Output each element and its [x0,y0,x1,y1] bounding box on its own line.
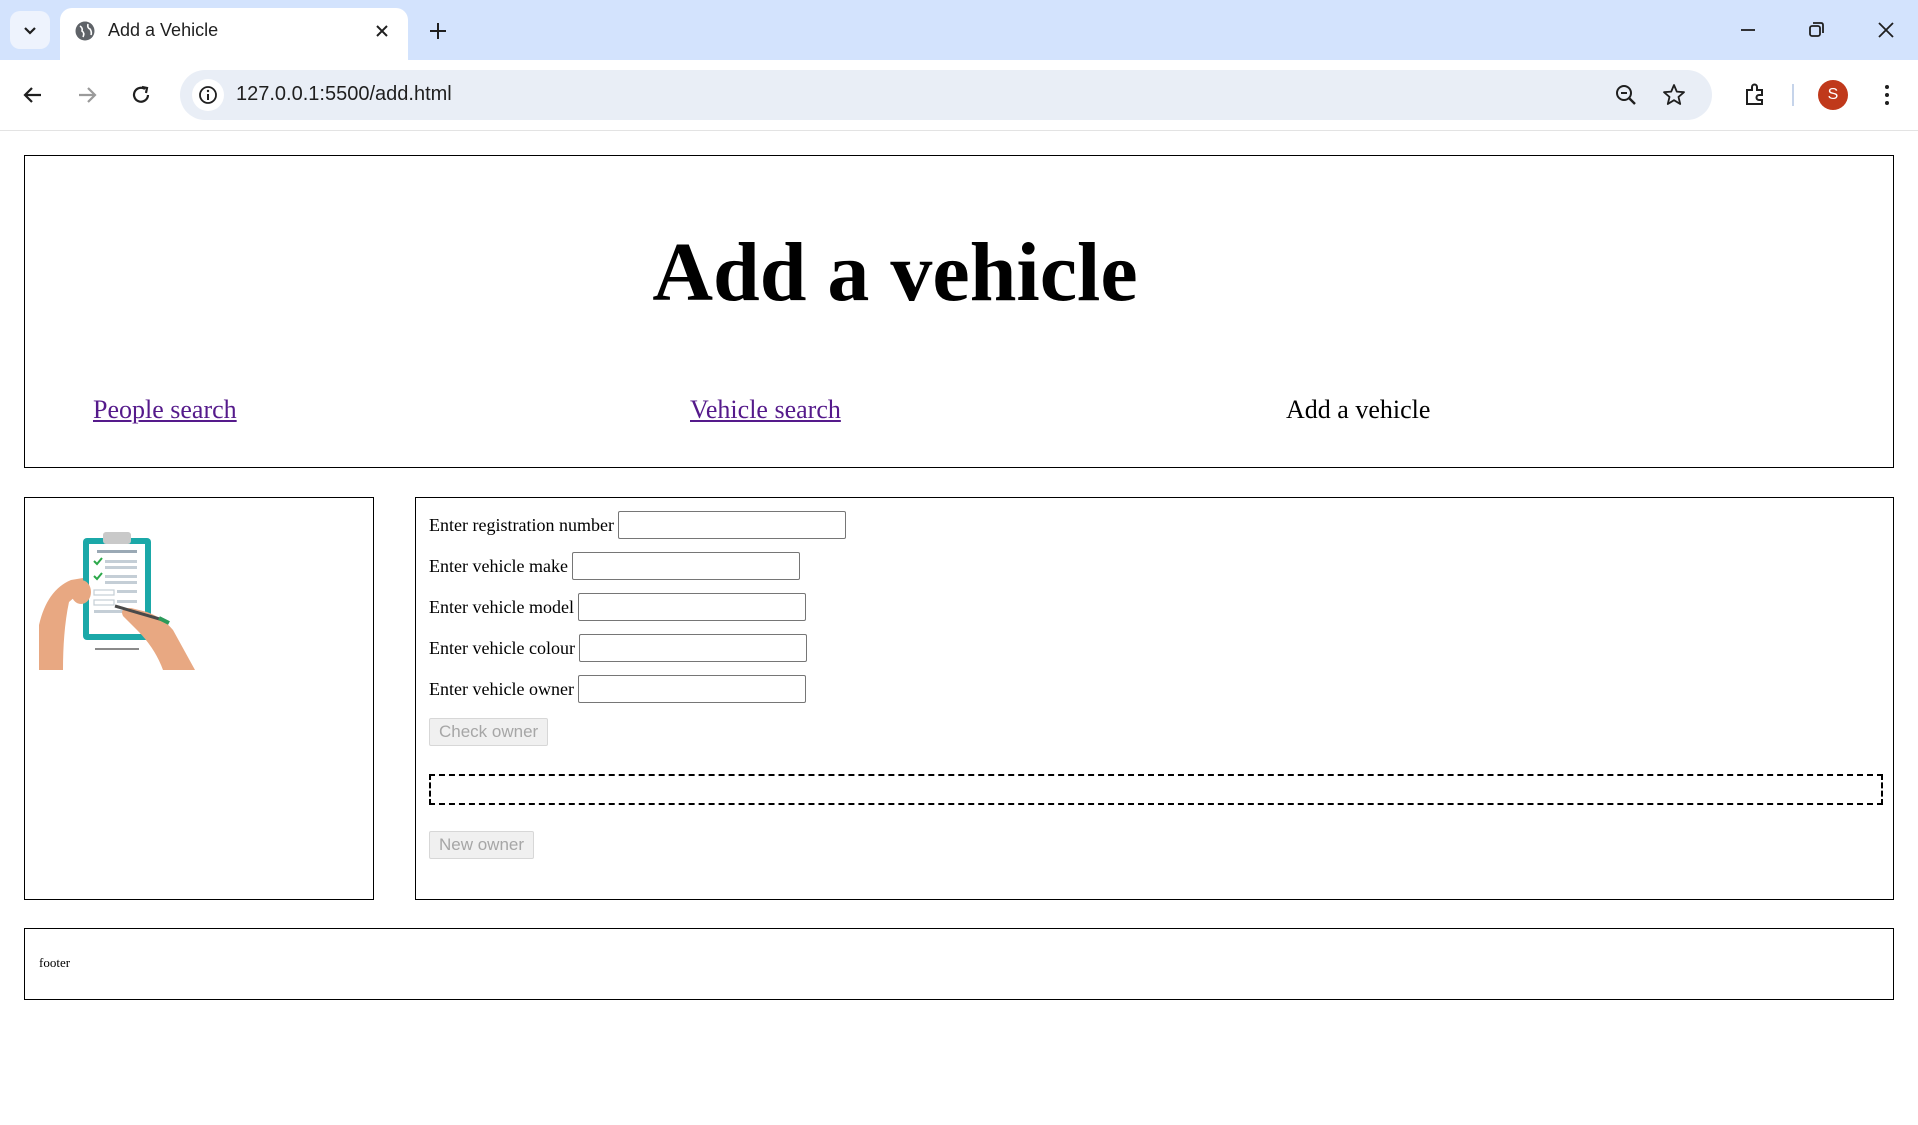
page-footer: footer [24,928,1894,1000]
browser-tabstrip: Add a Vehicle [0,0,1918,60]
close-tab-icon[interactable] [370,19,394,43]
registration-row: Enter registration number [429,511,846,539]
model-label: Enter vehicle model [429,596,574,617]
url-text: 127.0.0.1:5500/add.html [236,83,452,105]
colour-label: Enter vehicle colour [429,637,575,658]
tab-search-button[interactable] [10,11,50,49]
restore-icon[interactable] [1800,14,1832,46]
vehicle-search-link[interactable]: Vehicle search [690,395,841,424]
nav-item-add-vehicle: Add a vehicle [1286,395,1431,424]
tab-title: Add a Vehicle [108,20,219,40]
info-icon [199,86,217,104]
close-window-icon[interactable] [1870,14,1902,46]
new-owner-button[interactable]: New owner [429,831,535,859]
owner-label: Enter vehicle owner [429,678,574,699]
colour-input[interactable] [578,634,807,662]
forward-arrow-icon[interactable] [70,78,104,112]
registration-label: Enter registration number [429,514,614,535]
toolbar-separator [1792,84,1794,106]
nav-item-people-search: People search [93,395,237,425]
reload-icon[interactable] [124,78,158,112]
people-search-link[interactable]: People search [93,395,237,424]
back-arrow-icon[interactable] [16,78,50,112]
owner-row: Enter vehicle owner [429,675,806,703]
globe-icon [75,21,95,41]
nav-item-vehicle-search: Vehicle search [690,395,841,425]
model-row: Enter vehicle model [429,593,806,621]
bookmark-star-icon[interactable] [1660,81,1688,109]
sidebar [24,497,374,900]
address-bar[interactable]: 127.0.0.1:5500/add.html [180,70,1712,120]
page-header: Add a vehicle People search Vehicle sear… [24,155,1894,468]
colour-row: Enter vehicle colour [429,634,807,662]
profile-avatar[interactable]: S [1818,80,1848,110]
registration-form-illustration [39,532,195,670]
owner-input[interactable] [577,675,806,703]
site-info-button[interactable] [192,79,224,111]
new-tab-icon[interactable] [424,17,452,45]
check-owner-button[interactable]: Check owner [429,718,549,746]
minimize-icon[interactable] [1732,14,1764,46]
make-input[interactable] [571,552,800,580]
zoom-icon[interactable] [1612,81,1640,109]
add-vehicle-form: Enter registration number Enter vehicle … [415,497,1894,900]
chevron-down-icon [24,27,36,35]
footer-text: footer [39,955,71,970]
browser-toolbar: 127.0.0.1:5500/add.html S [0,60,1918,131]
browser-tab-active[interactable]: Add a Vehicle [60,8,408,60]
more-menu-icon[interactable] [1870,78,1904,112]
make-row: Enter vehicle make [429,552,800,580]
page-viewport: Add a vehicle People search Vehicle sear… [0,131,1918,1125]
make-label: Enter vehicle make [429,555,568,576]
owner-results-box [429,774,1883,805]
registration-input[interactable] [617,511,846,539]
extensions-puzzle-icon[interactable] [1738,78,1772,112]
model-input[interactable] [577,593,806,621]
page-title: Add a vehicle [652,226,1138,319]
